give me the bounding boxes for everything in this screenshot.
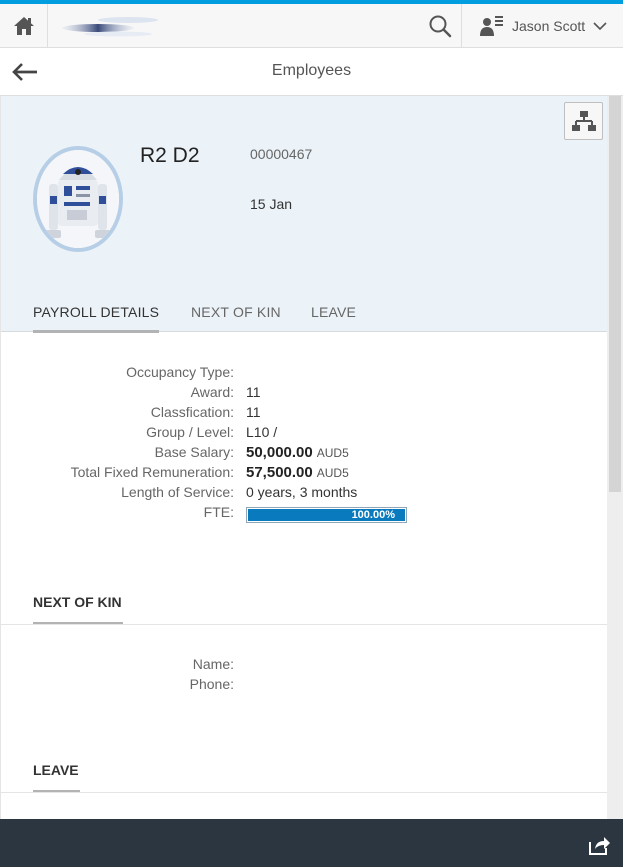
- base-salary-value: 50,000.00 AUD5: [246, 444, 349, 461]
- page-title: Employees: [271, 62, 352, 79]
- award-label: Award:: [190, 384, 234, 400]
- group-level-value: L10 /: [246, 424, 278, 440]
- occupancy-type-label: Occupancy Type:: [126, 364, 234, 380]
- employee-avatar: [33, 146, 123, 252]
- user-icon: [480, 16, 503, 36]
- fte-progress-fill: 100.00%: [248, 509, 405, 521]
- kin-phone-label: Phone:: [189, 676, 234, 692]
- fte-label: FTE:: [203, 504, 234, 520]
- base-salary-unit: AUD5: [316, 446, 349, 460]
- share-icon: [589, 837, 610, 855]
- search-icon: [429, 15, 451, 38]
- classification-label: Classfication:: [150, 404, 234, 420]
- kin-name-label: Name:: [192, 656, 234, 672]
- classification-value: 11: [246, 404, 261, 420]
- footer-toolbar: [0, 819, 623, 867]
- chevron-down-icon: [593, 22, 607, 31]
- total-fixed-remuneration-row: Total Fixed Remuneration: 57,500.00 AUD5: [1, 464, 607, 484]
- home-button[interactable]: [0, 4, 48, 48]
- tab-bar: PAYROLL DETAILS NEXT OF KIN LEAVE: [1, 292, 607, 332]
- employee-detail-content: R2 D2 00000467 15 Jan PAYROLL DETAILS NE…: [0, 96, 607, 819]
- total-fixed-unit: AUD5: [316, 466, 349, 480]
- employee-name: R2 D2: [140, 144, 200, 167]
- user-name: Jason Scott: [512, 18, 586, 34]
- base-salary-amount: 50,000.00: [246, 444, 313, 461]
- employee-id: 00000467: [250, 146, 313, 162]
- object-header: R2 D2 00000467 15 Jan PAYROLL DETAILS NE…: [1, 96, 607, 332]
- length-of-service-row: Length of Service: 0 years, 3 months: [1, 484, 607, 504]
- scrollbar-thumb[interactable]: [609, 96, 621, 492]
- tab-leave[interactable]: LEAVE: [311, 304, 356, 320]
- total-fixed-amount: 57,500.00: [246, 464, 313, 481]
- award-row: Award: 11: [1, 384, 607, 404]
- search-button[interactable]: [418, 4, 462, 48]
- fte-row: FTE: 100.00%: [1, 504, 607, 524]
- classification-row: Classfication: 11: [1, 404, 607, 424]
- total-fixed-remuneration-value: 57,500.00 AUD5: [246, 464, 349, 481]
- kin-name-row: Name:: [1, 656, 607, 676]
- total-fixed-remuneration-label: Total Fixed Remuneration:: [70, 464, 234, 480]
- section-divider: [1, 624, 607, 625]
- org-chart-button[interactable]: [564, 102, 603, 140]
- user-menu[interactable]: Jason Scott: [472, 4, 623, 48]
- home-icon: [13, 17, 34, 35]
- org-chart-icon: [571, 111, 596, 131]
- robot-photo: [37, 150, 119, 248]
- group-level-label: Group / Level:: [146, 424, 234, 440]
- group-level-row: Group / Level: L10 /: [1, 424, 607, 444]
- leave-section-title: LEAVE: [33, 762, 79, 778]
- share-button[interactable]: [583, 831, 615, 859]
- page-header: Employees: [0, 48, 623, 96]
- company-logo: [58, 14, 168, 38]
- base-salary-label: Base Salary:: [154, 444, 234, 460]
- kin-phone-row: Phone:: [1, 676, 607, 696]
- employee-date: 15 Jan: [250, 196, 293, 212]
- shell-header: Jason Scott: [0, 4, 623, 48]
- award-value: 11: [246, 384, 261, 400]
- next-of-kin-section-title: NEXT OF KIN: [33, 594, 122, 610]
- tab-payroll-details[interactable]: PAYROLL DETAILS: [33, 304, 159, 320]
- base-salary-row: Base Salary: 50,000.00 AUD5: [1, 444, 607, 464]
- length-of-service-value: 0 years, 3 months: [246, 484, 358, 500]
- vertical-scrollbar[interactable]: [607, 96, 623, 819]
- fte-progress-text: 100.00%: [351, 509, 395, 521]
- occupancy-type-row: Occupancy Type:: [1, 364, 607, 384]
- section-divider: [1, 792, 607, 793]
- fte-progress-bar: 100.00%: [246, 507, 407, 523]
- tab-next-of-kin[interactable]: NEXT OF KIN: [191, 304, 281, 320]
- length-of-service-label: Length of Service:: [121, 484, 234, 500]
- active-tab-indicator: [33, 330, 159, 333]
